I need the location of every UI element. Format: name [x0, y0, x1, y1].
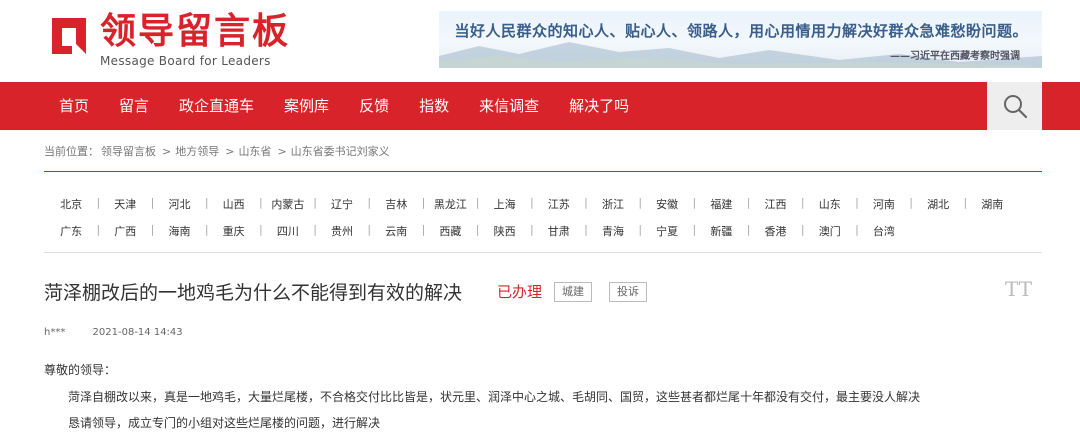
site-logo[interactable]: 领导留言板 Message Board for Leaders [46, 14, 290, 68]
province-link[interactable]: 香港 [748, 223, 805, 239]
province-link[interactable]: 辽宁 [315, 196, 371, 212]
breadcrumb-link[interactable]: 领导留言板 [101, 145, 156, 158]
nav-item[interactable]: 案例库 [269, 82, 344, 130]
message-meta: h*** 2021-08-14 14:43 [44, 327, 183, 338]
message-title: 菏泽棚改后的一地鸡毛为什么不能得到有效的解决 [44, 282, 463, 304]
province-link[interactable]: 青海 [586, 223, 642, 239]
breadcrumb: 当前位置： 领导留言板 > 地方领导 > 山东省 > 山东省委书记刘家义 [44, 143, 394, 159]
main-nav: 首页 留言 政企直通车 案例库 反馈 指数 来信调查 解决了吗 [0, 82, 1080, 130]
nav-item[interactable]: 指数 [404, 82, 464, 130]
province-link[interactable]: 吉林 [369, 196, 425, 212]
province-link[interactable]: 贵州 [315, 223, 371, 239]
logo-subtitle: Message Board for Leaders [100, 54, 271, 68]
banner-attribution: ——习近平在西藏考察时强调 [890, 51, 1020, 62]
message-body-line: 菏泽自棚改以来，真是一地鸡毛，大量烂尾楼，不合格交付比比皆是，状元里、润泽中心之… [68, 390, 921, 404]
logo-mark-icon [52, 18, 86, 54]
slogan-banner: 当好人民群众的知心人、贴心人、领路人，用心用情用力解决好群众急难愁盼问题。 ——… [439, 11, 1042, 68]
nav-item[interactable]: 政企直通车 [164, 82, 269, 130]
province-link[interactable]: 河南 [857, 196, 913, 212]
site-header: 领导留言板 Message Board for Leaders 当好人民群众的知… [0, 0, 1080, 82]
province-link[interactable]: 河北 [152, 196, 208, 212]
province-link[interactable]: 上海 [478, 196, 534, 212]
province-row: 北京天津河北山西内蒙古辽宁吉林黑龙江上海江苏浙江安徽福建江西山东河南湖北湖南 [44, 190, 1034, 217]
author-name: h*** [44, 327, 66, 338]
province-link[interactable]: 四川 [261, 223, 317, 239]
breadcrumb-divider [44, 171, 1042, 172]
province-link[interactable]: 天津 [98, 196, 154, 212]
nav-item[interactable]: 首页 [44, 82, 104, 130]
province-link[interactable]: 甘肃 [532, 223, 588, 239]
province-link[interactable]: 江西 [748, 196, 805, 212]
province-link[interactable]: 湖北 [911, 196, 967, 212]
province-link[interactable]: 浙江 [586, 196, 642, 212]
province-link[interactable]: 云南 [369, 223, 425, 239]
province-link[interactable]: 安徽 [640, 196, 696, 212]
banner-slogan: 当好人民群众的知心人、贴心人、领路人，用心用情用力解决好群众急难愁盼问题。 [454, 22, 1028, 40]
province-link[interactable]: 宁夏 [640, 223, 696, 239]
breadcrumb-link[interactable]: 山东省委书记刘家义 [291, 145, 390, 158]
province-selector: 北京天津河北山西内蒙古辽宁吉林黑龙江上海江苏浙江安徽福建江西山东河南湖北湖南 广… [44, 190, 1034, 244]
province-link[interactable]: 广东 [44, 223, 100, 239]
province-link[interactable]: 广西 [98, 223, 154, 239]
message-body-line: 恳请领导，成立专门的小组对这些烂尾楼的问题，进行解决 [68, 416, 381, 430]
province-link[interactable]: 江苏 [532, 196, 588, 212]
type-tag[interactable]: 投诉 [609, 282, 647, 302]
post-date: 2021-08-14 14:43 [92, 327, 183, 338]
province-link[interactable]: 黑龙江 [423, 196, 480, 212]
breadcrumb-label: 当前位置： [44, 145, 99, 158]
category-tag[interactable]: 城建 [554, 282, 592, 302]
nav-item[interactable]: 解决了吗 [554, 82, 644, 130]
province-link[interactable]: 北京 [44, 196, 100, 212]
breadcrumb-link[interactable]: 山东省 [238, 145, 271, 158]
province-link[interactable]: 海南 [152, 223, 208, 239]
province-link[interactable]: 西藏 [423, 223, 479, 239]
province-link[interactable]: 湖南 [965, 196, 1019, 212]
breadcrumb-separator: > [162, 145, 172, 158]
province-link[interactable]: 新疆 [694, 223, 750, 239]
font-size-toggle-icon[interactable]: TT [1005, 277, 1032, 301]
logo-title: 领导留言板 [100, 11, 291, 52]
province-link[interactable]: 澳门 [803, 223, 859, 239]
province-divider [44, 252, 1042, 253]
breadcrumb-separator: > [225, 145, 235, 158]
province-link[interactable]: 陕西 [478, 223, 534, 239]
status-badge: 已办理 [497, 283, 543, 301]
breadcrumb-separator: > [277, 145, 287, 158]
province-link[interactable]: 福建 [694, 196, 750, 212]
province-row: 广东广西海南重庆四川贵州云南西藏陕西甘肃青海宁夏新疆香港澳门台湾 [44, 217, 1034, 244]
province-link[interactable]: 山东 [803, 196, 859, 212]
province-link[interactable]: 内蒙古 [261, 196, 317, 212]
message-greeting: 尊敬的领导： [44, 363, 117, 377]
province-link[interactable]: 重庆 [207, 223, 263, 239]
breadcrumb-link[interactable]: 地方领导 [175, 145, 219, 158]
province-link[interactable]: 台湾 [857, 223, 911, 239]
search-button[interactable] [987, 82, 1042, 130]
nav-item[interactable]: 反馈 [344, 82, 404, 130]
province-link[interactable]: 山西 [207, 196, 263, 212]
nav-item[interactable]: 来信调查 [464, 82, 554, 130]
nav-item[interactable]: 留言 [104, 82, 164, 130]
search-icon [1003, 95, 1027, 119]
